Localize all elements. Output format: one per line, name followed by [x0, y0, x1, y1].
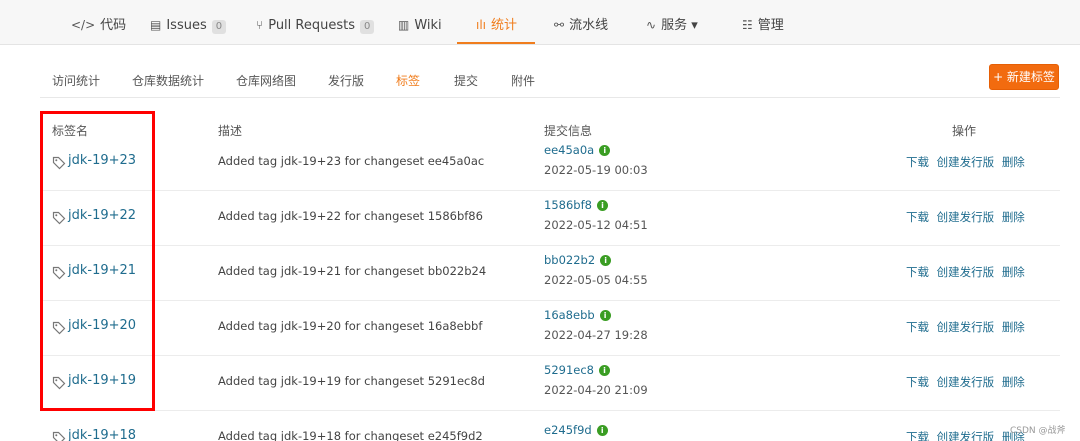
delete-link[interactable]: 删除: [1002, 375, 1025, 389]
commit-date: 2022-05-19 00:03: [544, 163, 648, 177]
verified-icon: i: [596, 425, 608, 436]
row-actions: 下载 创建发行版 删除: [906, 154, 1029, 170]
tab-pipeline[interactable]: ⚯ 流水线: [554, 0, 608, 44]
tab-wiki-label: Wiki: [414, 18, 442, 33]
subnav-divider: [40, 97, 1060, 98]
tab-services[interactable]: ∿ 服务 ▾: [646, 0, 698, 44]
tab-issues[interactable]: ▤ Issues 0: [150, 0, 227, 44]
commit-date: 2022-05-12 04:51: [544, 218, 648, 232]
tag-icon: [52, 431, 66, 441]
create-release-link[interactable]: 创建发行版: [937, 430, 995, 441]
tab-manage[interactable]: ☷ 管理: [742, 0, 784, 44]
commit-hash[interactable]: 5291ec8: [544, 363, 594, 377]
create-release-link[interactable]: 创建发行版: [937, 210, 995, 224]
pull-request-icon: ⑂: [256, 18, 264, 32]
tab-statistics[interactable]: ılı 统计: [476, 0, 517, 44]
tab-statistics-label: 统计: [491, 18, 518, 33]
tab-wiki[interactable]: ▥ Wiki: [398, 0, 442, 44]
tab-code-label: 代码: [100, 18, 127, 33]
verified-icon: i: [600, 255, 612, 266]
tag-description: Added tag jdk-19+19 for changeset 5291ec…: [218, 374, 485, 388]
create-release-link[interactable]: 创建发行版: [937, 320, 995, 334]
commit-hash-link[interactable]: 5291ec8 i: [544, 363, 610, 377]
commit-hash[interactable]: bb022b2: [544, 253, 595, 267]
download-link[interactable]: 下载: [906, 320, 929, 334]
delete-link[interactable]: 删除: [1002, 155, 1025, 169]
row-actions: 下载 创建发行版 删除: [906, 319, 1029, 335]
commit-hash-link[interactable]: ee45a0a i: [544, 143, 611, 157]
row-actions: 下载 创建发行版 删除: [906, 374, 1029, 390]
issues-count-badge: 0: [211, 20, 227, 34]
tab-pull-requests-label: Pull Requests: [268, 18, 355, 33]
wiki-icon: ▥: [398, 18, 410, 32]
repo-nav-bar: </> 代码 ▤ Issues 0 ⑂ Pull Requests 0 ▥ Wiki ılı…: [0, 0, 1080, 45]
tag-name-link[interactable]: jdk-19+18: [68, 428, 136, 441]
delete-link[interactable]: 删除: [1002, 320, 1025, 334]
commit-hash[interactable]: 1586bf8: [544, 198, 592, 212]
verified-icon: i: [599, 310, 611, 321]
verified-icon: i: [596, 200, 608, 211]
tag-description: Added tag jdk-19+22 for changeset 1586bf…: [218, 209, 483, 223]
watermark: CSDN @战斧: [1010, 426, 1066, 436]
commit-date: 2022-04-20 21:09: [544, 383, 648, 397]
table-row: jdk-19+19 Added tag jdk-19+19 for change…: [40, 356, 1060, 411]
create-release-link[interactable]: 创建发行版: [937, 375, 995, 389]
bar-chart-icon: ılı: [476, 18, 487, 32]
tab-issues-label: Issues: [166, 18, 207, 33]
delete-link[interactable]: 删除: [1002, 210, 1025, 224]
pull-requests-count-badge: 0: [360, 20, 375, 34]
commit-hash-link[interactable]: bb022b2 i: [544, 253, 612, 267]
commit-date: 2022-04-27 19:28: [544, 328, 648, 342]
pulse-icon: ∿: [646, 18, 657, 32]
table-row: jdk-19+23 Added tag jdk-19+23 for change…: [40, 136, 1060, 191]
verified-icon: i: [598, 365, 610, 376]
tab-manage-label: 管理: [757, 18, 784, 33]
tag-description: Added tag jdk-19+20 for changeset 16a8eb…: [218, 319, 483, 333]
new-tag-button[interactable]: + 新建标签: [989, 64, 1059, 90]
commit-hash-link[interactable]: 1586bf8 i: [544, 198, 608, 212]
subtab-commits[interactable]: 提交: [454, 72, 478, 89]
active-tab-underline: [457, 42, 535, 44]
table-row: jdk-19+21 Added tag jdk-19+21 for change…: [40, 246, 1060, 301]
commit-hash[interactable]: 16a8ebb: [544, 308, 595, 322]
manage-icon: ☷: [742, 18, 753, 32]
tab-code[interactable]: </> 代码: [71, 0, 126, 44]
tab-pipeline-label: 流水线: [569, 18, 609, 33]
download-link[interactable]: 下载: [906, 155, 929, 169]
commit-date: 2022-05-05 04:55: [544, 273, 648, 287]
download-link[interactable]: 下载: [906, 430, 929, 441]
verified-icon: i: [599, 145, 611, 156]
subtab-attachments[interactable]: 附件: [511, 72, 535, 89]
subtab-repo-data[interactable]: 仓库数据统计: [132, 72, 204, 89]
code-icon: </>: [71, 18, 96, 32]
create-release-link[interactable]: 创建发行版: [937, 265, 995, 279]
download-link[interactable]: 下载: [906, 375, 929, 389]
tag-description: Added tag jdk-19+21 for changeset bb022b…: [218, 264, 487, 278]
issues-icon: ▤: [150, 18, 162, 32]
tag-description: Added tag jdk-19+23 for changeset ee45a0…: [218, 154, 485, 168]
row-actions: 下载 创建发行版 删除: [906, 209, 1029, 225]
tag-description: Added tag jdk-19+18 for changeset e245f9…: [218, 429, 483, 441]
download-link[interactable]: 下载: [906, 265, 929, 279]
subtab-visits[interactable]: 访问统计: [52, 72, 100, 89]
download-link[interactable]: 下载: [906, 210, 929, 224]
delete-link[interactable]: 删除: [1002, 265, 1025, 279]
subtab-network-graph[interactable]: 仓库网络图: [236, 72, 296, 89]
table-row: jdk-19+22 Added tag jdk-19+22 for change…: [40, 191, 1060, 246]
tab-services-label: 服务 ▾: [661, 18, 698, 33]
table-row: jdk-19+20 Added tag jdk-19+20 for change…: [40, 301, 1060, 356]
row-actions: 下载 创建发行版 删除: [906, 264, 1029, 280]
pipeline-icon: ⚯: [554, 18, 565, 32]
commit-hash-link[interactable]: e245f9d i: [544, 423, 608, 437]
highlight-box: [40, 111, 155, 411]
commit-hash[interactable]: ee45a0a: [544, 143, 594, 157]
table-row: jdk-19+18 Added tag jdk-19+18 for change…: [40, 411, 1060, 441]
commit-hash-link[interactable]: 16a8ebb i: [544, 308, 611, 322]
create-release-link[interactable]: 创建发行版: [937, 155, 995, 169]
tab-pull-requests[interactable]: ⑂ Pull Requests 0: [256, 0, 375, 44]
subtab-releases[interactable]: 发行版: [328, 72, 364, 89]
commit-hash[interactable]: e245f9d: [544, 423, 592, 437]
subtab-tags[interactable]: 标签: [396, 72, 420, 89]
